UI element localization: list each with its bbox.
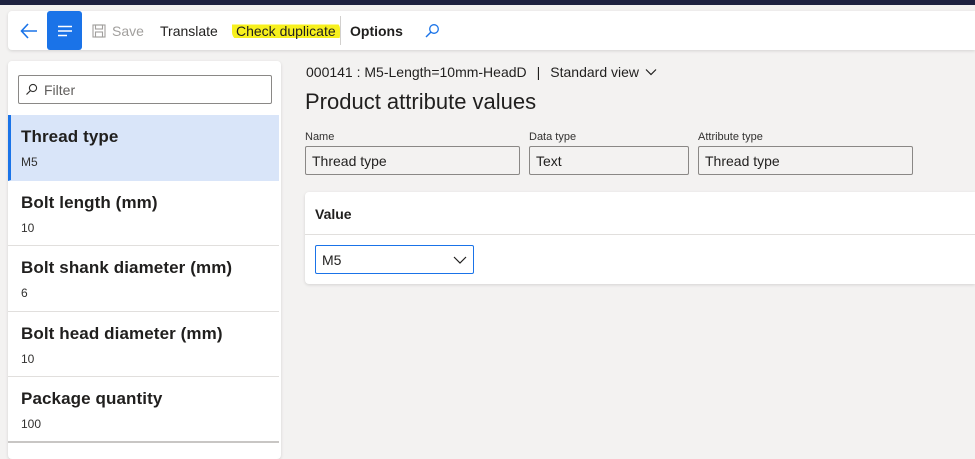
list-item-title: Bolt shank diameter (mm) — [21, 258, 233, 277]
top-strip — [0, 0, 975, 5]
name-field: Name Thread type — [305, 131, 520, 175]
value-dropdown[interactable]: M5 — [315, 245, 474, 274]
list-item-value: 6 — [21, 286, 28, 300]
breadcrumb-separator: | — [536, 64, 541, 80]
filter-field[interactable] — [18, 75, 272, 104]
list-item-title: Bolt length (mm) — [21, 192, 158, 212]
list-item-value: M5 — [21, 155, 38, 169]
filter-input[interactable] — [44, 81, 254, 98]
chevron-down-icon — [453, 256, 467, 264]
translate-label: Translate — [160, 22, 218, 39]
data-type-value[interactable]: Text — [529, 146, 689, 175]
value-header: Value — [315, 206, 352, 222]
toolbar-separator — [340, 16, 341, 45]
search-button[interactable] — [424, 11, 440, 50]
action-pane: Save Translate Check duplicate Options — [8, 11, 975, 50]
check-duplicate-label: Check duplicate — [232, 20, 340, 41]
name-label: Name — [305, 131, 335, 143]
breadcrumb-record: 000141 : M5-Length=10mm-HeadD — [306, 64, 527, 80]
view-selector[interactable]: Standard view — [550, 64, 657, 80]
search-icon — [425, 23, 439, 37]
list-item-title: Package quantity — [21, 389, 163, 408]
menu-lines-icon — [57, 25, 72, 36]
page-title: Product attribute values — [305, 89, 537, 114]
list-item-bolt-length[interactable]: Bolt length (mm) 10 — [8, 181, 279, 246]
options-button[interactable]: Options — [350, 11, 403, 50]
list-item-bolt-head-diameter[interactable]: Bolt head diameter (mm) 10 — [8, 312, 279, 377]
save-button[interactable]: Save — [92, 11, 144, 50]
value-divider — [305, 234, 975, 235]
view-selector-label: Standard view — [550, 64, 639, 80]
list-item-value: 100 — [21, 417, 42, 431]
value-dropdown-selected: M5 — [322, 251, 342, 268]
list-item-value: 10 — [21, 351, 35, 366]
list-item-thread-type[interactable]: Thread type M5 — [8, 115, 279, 181]
data-type-field: Data type Text — [529, 131, 689, 175]
data-type-label: Data type — [529, 131, 577, 143]
attribute-type-field: Attribute type Thread type — [698, 131, 913, 175]
value-card: Value M5 — [305, 192, 975, 284]
list-item-bolt-shank-diameter[interactable]: Bolt shank diameter (mm) 6 — [8, 246, 279, 312]
back-button[interactable] — [17, 20, 41, 42]
back-arrow-icon — [20, 23, 37, 39]
breadcrumb: 000141 : M5-Length=10mm-HeadD | Standard… — [306, 64, 657, 80]
check-duplicate-button[interactable]: Check duplicate — [232, 11, 340, 50]
attribute-type-label: Attribute type — [698, 131, 763, 143]
list-item-title: Thread type — [21, 127, 119, 146]
translate-button[interactable]: Translate — [160, 11, 218, 50]
chevron-down-icon — [645, 69, 657, 76]
list-item-package-quantity[interactable]: Package quantity 100 — [8, 377, 279, 443]
save-disk-icon — [92, 23, 106, 38]
menu-button[interactable] — [47, 11, 82, 50]
filter-search-icon — [26, 83, 38, 95]
list-item-value: 10 — [21, 220, 35, 235]
save-label: Save — [112, 22, 144, 39]
attribute-type-value[interactable]: Thread type — [698, 146, 913, 175]
options-label: Options — [350, 22, 403, 39]
attribute-list-panel: Thread type M5 Bolt length (mm) 10 Bolt … — [8, 61, 281, 459]
attribute-list: Thread type M5 Bolt length (mm) 10 Bolt … — [8, 115, 279, 443]
name-value[interactable]: Thread type — [305, 146, 520, 175]
list-item-title: Bolt head diameter (mm) — [21, 323, 223, 343]
